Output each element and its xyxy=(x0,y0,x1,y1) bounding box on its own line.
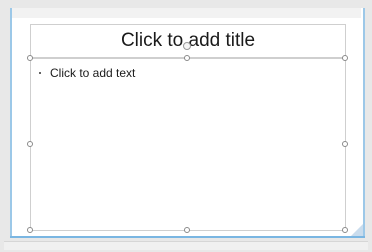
horizontal-scrollbar[interactable] xyxy=(4,241,368,250)
slide-header-strip xyxy=(12,8,361,18)
resize-handle-bottom-right[interactable] xyxy=(342,227,348,233)
resize-handle-bottom-left[interactable] xyxy=(27,227,33,233)
content-placeholder-text[interactable]: Click to add text xyxy=(50,66,135,80)
resize-handle-bottom-center[interactable] xyxy=(184,227,190,233)
title-placeholder[interactable]: Click to add title xyxy=(30,24,346,58)
slide-editor-workspace: Click to add title Click to add text xyxy=(0,0,372,252)
resize-handle-top-center[interactable] xyxy=(184,55,190,61)
rotate-handle-icon[interactable] xyxy=(183,42,191,50)
content-placeholder[interactable]: Click to add text xyxy=(30,58,346,231)
bullet-icon xyxy=(39,71,41,74)
resize-corner-icon[interactable] xyxy=(351,224,363,236)
resize-handle-top-left[interactable] xyxy=(27,55,33,61)
title-placeholder-text[interactable]: Click to add title xyxy=(31,27,345,55)
resize-handle-top-right[interactable] xyxy=(342,55,348,61)
selection-border xyxy=(10,236,365,238)
resize-handle-middle-right[interactable] xyxy=(342,141,348,147)
bullet-item[interactable]: Click to add text xyxy=(39,65,135,81)
resize-handle-middle-left[interactable] xyxy=(27,141,33,147)
